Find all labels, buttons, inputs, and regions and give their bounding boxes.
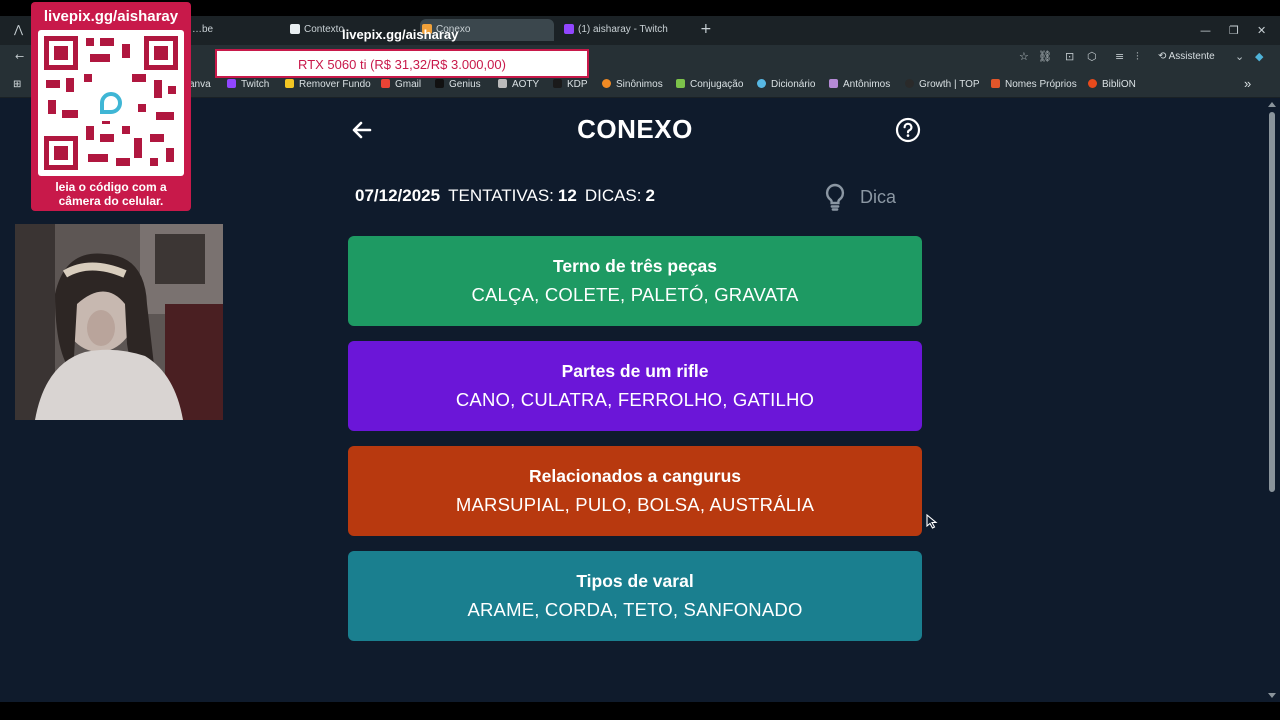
group-card: Relacionados a cangurus MARSUPIAL, PULO,… xyxy=(348,446,922,536)
os-bottom-strip xyxy=(0,702,1280,720)
group-words: MARSUPIAL, PULO, BOLSA, AUSTRÁLIA xyxy=(455,494,815,515)
livepix-qr-panel: livepix.gg/aisharay leia o código com a … xyxy=(31,2,191,211)
game-title: CONEXO xyxy=(577,114,693,144)
extension-icon[interactable]: ⬡ xyxy=(1087,50,1097,63)
bookmarks-more-icon[interactable]: » xyxy=(1244,76,1251,91)
webcam-feed xyxy=(15,224,223,420)
qr-caption: leia o código com a câmera do celular. xyxy=(55,180,167,208)
profile-icon[interactable]: ◆ xyxy=(1255,50,1263,63)
bookmark-conjugacao[interactable]: Conjugação xyxy=(676,79,743,90)
back-nav-icon[interactable]: ← xyxy=(15,50,24,63)
screenshot-icon[interactable]: ⊡ xyxy=(1065,50,1074,63)
bookmark-aoty[interactable]: AOTY xyxy=(498,79,539,90)
bookmark-remover-fundo[interactable]: Remover Fundo xyxy=(285,79,371,90)
genius-icon xyxy=(435,79,444,88)
tab-twitch[interactable]: (1) aisharay - Twitch xyxy=(562,19,692,41)
sinonimos-icon xyxy=(602,79,611,88)
qr-code-icon xyxy=(38,30,184,176)
scroll-up-icon[interactable] xyxy=(1268,102,1276,107)
page-scrollbar[interactable] xyxy=(1266,98,1280,702)
audio-icon[interactable]: ⫶ xyxy=(1136,50,1139,64)
aoty-icon xyxy=(498,79,507,88)
twitch-icon xyxy=(227,79,236,88)
remover-fundo-icon xyxy=(285,79,294,88)
scroll-down-icon[interactable] xyxy=(1268,693,1276,698)
group-card: Terno de três peças CALÇA, COLETE, PALET… xyxy=(348,236,922,326)
bookmark-antonimos[interactable]: Antônimos xyxy=(829,79,890,90)
close-window-icon[interactable]: ✕ xyxy=(1257,16,1266,45)
donation-goal-text: RTX 5060 ti (R$ 31,32/R$ 3.000,00) xyxy=(298,57,506,72)
game-date: 07/12/2025 xyxy=(355,186,441,205)
overlay-link-text: livepix.gg/aisharay xyxy=(342,27,459,42)
chevron-down-icon[interactable]: ⌄ xyxy=(1235,50,1244,63)
hints-count: 2 xyxy=(645,186,655,205)
bookmark-growth-top[interactable]: Growth | TOP xyxy=(905,79,980,90)
qr-link-text: livepix.gg/aisharay xyxy=(43,8,179,25)
assistant-button[interactable]: ⟲ Assistente xyxy=(1158,51,1215,62)
bookmark-biblion[interactable]: BibliON xyxy=(1088,79,1136,90)
bookmark-gmail[interactable]: Gmail xyxy=(381,79,421,90)
antonimos-icon xyxy=(829,79,838,88)
scroll-thumb[interactable] xyxy=(1269,112,1275,492)
bookmark-anva[interactable]: anva xyxy=(189,79,211,90)
contexto-favicon-icon xyxy=(290,24,300,34)
group-words: CANO, CULATRA, FERROLHO, GATILHO xyxy=(455,389,815,410)
twitch-favicon-icon xyxy=(564,24,574,34)
help-icon[interactable] xyxy=(895,117,921,143)
biblion-icon xyxy=(1088,79,1097,88)
game-header: CONEXO xyxy=(348,110,922,150)
apps-grid-icon[interactable]: ⊞ xyxy=(13,79,21,90)
group-words: ARAME, CORDA, TETO, SANFONADO xyxy=(467,599,803,620)
bookmark-kdp[interactable]: KDP xyxy=(553,79,588,90)
star-icon[interactable]: ☆ xyxy=(1019,50,1029,63)
mouse-cursor-icon xyxy=(926,513,940,534)
group-title: Relacionados a cangurus xyxy=(528,466,741,486)
conjugacao-icon xyxy=(676,79,685,88)
group-card: Partes de um rifle CANO, CULATRA, FERROL… xyxy=(348,341,922,431)
attempts-label: TENTATIVAS: xyxy=(448,186,554,205)
attempts-count: 12 xyxy=(557,186,577,205)
minimize-icon[interactable]: — xyxy=(1200,16,1211,45)
donation-goal-bar: RTX 5060 ti (R$ 31,32/R$ 3.000,00) xyxy=(215,49,589,78)
maximize-icon[interactable]: ❐ xyxy=(1229,16,1239,45)
nomes-proprios-icon xyxy=(991,79,1000,88)
kdp-icon xyxy=(553,79,562,88)
bookmark-nomes-proprios[interactable]: Nomes Próprios xyxy=(991,79,1077,90)
bookmark-sinonimos[interactable]: Sinônimos xyxy=(602,79,663,90)
new-tab-button[interactable]: + xyxy=(700,21,712,37)
group-card: Tipos de varal ARAME, CORDA, TETO, SANFO… xyxy=(348,551,922,641)
os-top-strip xyxy=(0,0,1280,16)
group-words: CALÇA, COLETE, PALETÓ, GRAVATA xyxy=(471,284,799,305)
hints-label: DICAS: xyxy=(584,186,642,205)
group-title: Tipos de varal xyxy=(576,571,694,591)
growth-icon xyxy=(905,79,914,88)
solved-groups: Terno de três peças CALÇA, COLETE, PALET… xyxy=(348,236,922,656)
bookmark-genius[interactable]: Genius xyxy=(435,79,481,90)
browser-tab-bar: ⋀ …be Contexto Conexo (1) aisharay - Twi… xyxy=(0,16,1280,45)
gmail-icon xyxy=(381,79,390,88)
tab-1[interactable]: …be xyxy=(176,19,276,41)
group-title: Partes de um rifle xyxy=(561,361,709,381)
bookmarks-bar: ⊞ anva Twitch Remover Fundo Gmail Genius… xyxy=(0,71,1280,98)
link-icon[interactable]: ⛓ xyxy=(1038,50,1052,63)
group-title: Terno de três peças xyxy=(552,256,718,276)
hint-label: Dica xyxy=(860,187,897,207)
bookmark-twitch[interactable]: Twitch xyxy=(227,79,269,90)
dicionario-icon xyxy=(757,79,766,88)
menu-lines-icon[interactable]: ≡ xyxy=(1115,50,1124,63)
browser-menu-icon[interactable]: ⋀ xyxy=(14,23,23,36)
address-bar-row: ← ☆ ⛓ ⊡ ⬡ ≡ ⫶ ⟲ Assistente ⌄ ◆ xyxy=(0,45,1280,71)
lightbulb-icon xyxy=(822,182,848,216)
bookmark-dicionario[interactable]: Dicionário xyxy=(757,79,815,90)
